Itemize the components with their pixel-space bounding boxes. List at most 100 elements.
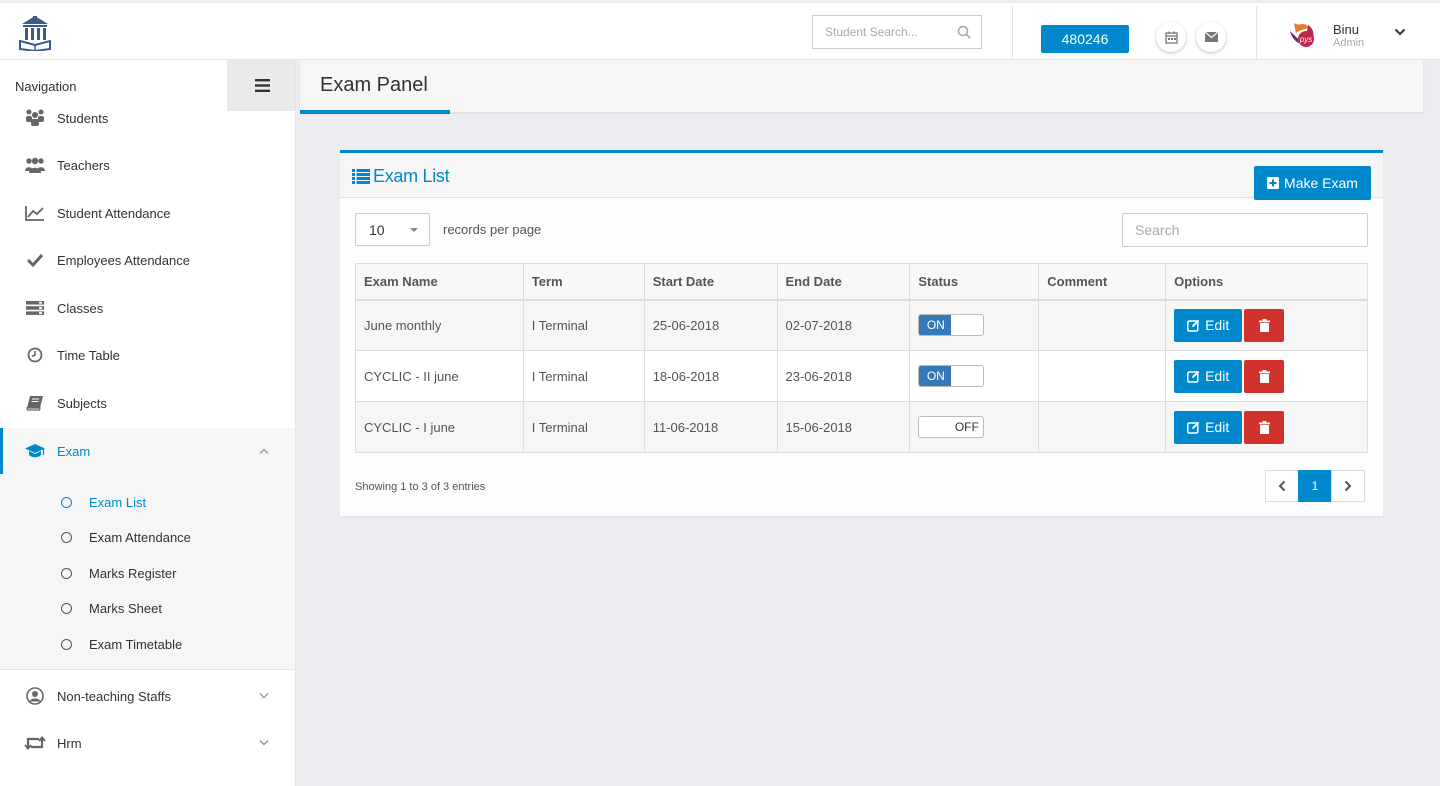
classes-icon [24,298,46,318]
submenu-item-marks-sheet[interactable]: Marks Sheet [0,593,295,623]
circle-icon [61,496,72,508]
table-search-input[interactable] [1122,213,1368,247]
code-badge[interactable]: 480246 [1041,25,1129,53]
user-role: Admin [1333,37,1365,49]
exam-name-cell: CYCLIC - I june [355,401,524,453]
hamburger-icon [254,79,270,92]
teachers-icon [24,155,46,175]
delete-button[interactable] [1244,308,1285,342]
make-exam-button[interactable]: Make Exam [1254,166,1371,200]
column-header[interactable]: Exam Name [355,263,524,301]
sidebar-item-time-table[interactable]: Time Table [0,333,295,377]
exam-submenu: Exam List Exam Attendance Marks Register… [0,474,295,670]
trash-icon [1258,420,1270,434]
circle-icon [61,531,72,543]
header-divider [1256,6,1257,62]
start-date-cell: 11-06-2018 [643,401,778,453]
graduation-cap-icon [24,441,46,461]
toggle-knob [951,315,984,336]
submenu-item-exam-timetable[interactable]: Exam Timetable [0,629,295,659]
sidebar-item-employees-attendance[interactable]: Employees Attendance [0,238,295,282]
options-cell: Edit [1165,350,1368,402]
sidebar-item-label: Time Table [57,347,120,363]
table-info: Showing 1 to 3 of 3 entries [355,481,486,493]
status-toggle[interactable]: ON [918,314,985,337]
edit-button[interactable]: Edit [1174,410,1243,444]
exam-table: Exam Name Term Start Date End Date Statu… [355,263,1368,453]
column-header[interactable]: Comment [1038,263,1167,301]
list-icon [352,169,370,184]
toggle-off-label: OFF [954,420,979,434]
edit-label: Edit [1205,419,1230,435]
delete-button[interactable] [1244,410,1285,444]
sidebar-item-teachers[interactable]: Teachers [0,143,295,187]
table-row: June monthly I Terminal 25-06-2018 02-07… [355,299,1368,351]
submenu-item-label: Exam List [89,494,147,510]
table-row: CYCLIC - II june I Terminal 18-06-2018 2… [355,350,1368,402]
sidebar-item-classes[interactable]: Classes [0,286,295,330]
page-title: Exam Panel [320,74,428,96]
chevron-down-icon[interactable] [1394,27,1406,37]
column-header[interactable]: Start Date [643,263,778,301]
calendar-button[interactable] [1156,22,1186,52]
avatar[interactable]: pys [1284,17,1320,53]
status-cell: ON [909,350,1040,402]
chevron-right-icon [1344,480,1352,492]
column-header[interactable]: End Date [776,263,911,301]
sidebar-title: Navigation [15,79,77,94]
student-search[interactable] [812,15,982,49]
trash-icon [1258,369,1270,383]
user-name[interactable]: Binu [1333,22,1359,37]
circle-icon [61,638,72,650]
table-header-row: Exam Name Term Start Date End Date Statu… [355,263,1368,301]
column-header[interactable]: Status [909,263,1040,301]
edit-label: Edit [1205,368,1230,384]
submenu-item-label: Marks Register [89,565,177,581]
status-toggle[interactable]: ON [918,365,985,387]
sidebar-item-subjects[interactable]: Subjects [0,381,295,425]
sidebar-item-label: Teachers [57,157,110,173]
page-length-select[interactable]: 10 [355,213,430,246]
submenu-item-label: Exam Attendance [89,529,191,545]
students-icon [24,108,46,128]
sidebar-item-exam[interactable]: Exam [0,428,295,474]
term-cell: I Terminal [522,401,645,453]
table-row: CYCLIC - I june I Terminal 11-06-2018 15… [355,401,1368,453]
mail-button[interactable] [1196,22,1226,52]
sidebar-item-hrm[interactable]: Hrm [0,721,295,765]
sidebar-item-non-teaching-staffs[interactable]: Non-teaching Staffs [0,674,295,718]
student-search-input[interactable] [813,16,953,48]
page-number-button[interactable]: 1 [1298,470,1332,502]
submenu-item-exam-list[interactable]: Exam List [0,487,295,517]
submenu-item-marks-register[interactable]: Marks Register [0,558,295,588]
status-cell: OFF [909,401,1040,453]
submenu-item-exam-attendance[interactable]: Exam Attendance [0,522,295,552]
chevron-up-icon [259,448,269,454]
column-header[interactable]: Term [522,263,645,301]
sidebar-item-label: Exam [57,443,91,459]
sidebar-item-students[interactable]: Students [0,96,295,140]
chart-line-icon [24,203,46,223]
edit-button[interactable]: Edit [1174,308,1243,342]
user-circle-icon [24,686,46,706]
sidebar-item-student-attendance[interactable]: Student Attendance [0,191,295,235]
previous-page-button[interactable] [1265,470,1299,502]
envelope-icon [1204,32,1218,42]
circle-icon [61,567,72,579]
school-logo-icon[interactable] [18,15,52,53]
records-per-page-label: records per page [443,222,542,237]
status-toggle[interactable]: OFF [918,416,985,438]
page-header: Exam Panel [300,60,1423,112]
delete-button[interactable] [1244,359,1285,393]
page-title-underline [300,110,450,114]
sidebar-item-label: Classes [57,300,104,316]
edit-button[interactable]: Edit [1174,359,1243,393]
pagination: 1 [1265,470,1365,502]
clock-icon [24,345,46,365]
search-icon[interactable] [957,25,971,39]
panel-header: Exam List Make Exam [340,153,1383,200]
sidebar: Navigation Students Teachers Student Att… [0,60,296,786]
sidebar-item-label: Non-teaching Staffs [57,688,171,704]
next-page-button[interactable] [1331,470,1365,502]
submenu-item-label: Marks Sheet [89,600,162,616]
